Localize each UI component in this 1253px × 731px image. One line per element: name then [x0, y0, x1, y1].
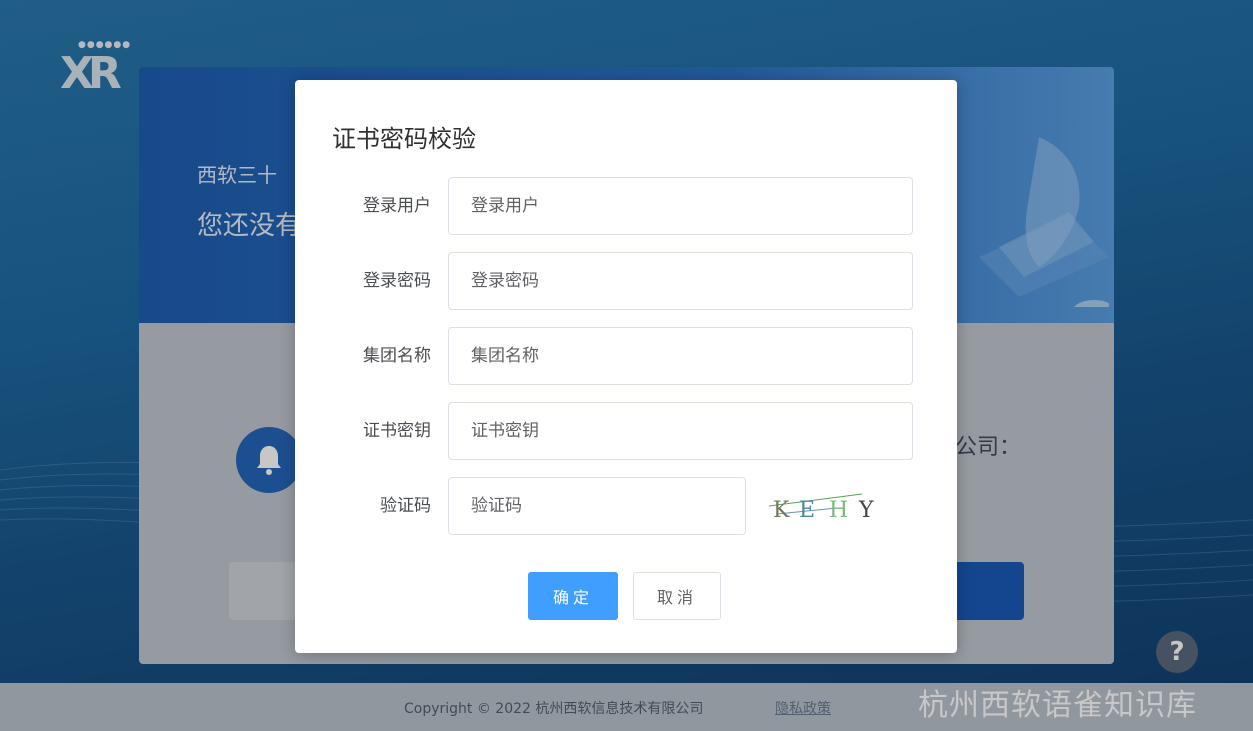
- captcha-char: E: [799, 498, 815, 523]
- group-name-label: 集团名称: [363, 346, 431, 366]
- captcha-input[interactable]: [448, 477, 746, 535]
- certificate-password-dialog: 证书密码校验 登录用户 登录密码 集团名称 证书密钥 验证码 K E H Y 确…: [295, 80, 957, 653]
- certificate-key-input[interactable]: [448, 402, 913, 460]
- password-input[interactable]: [448, 252, 913, 310]
- username-label: 登录用户: [363, 196, 431, 216]
- group-name-input[interactable]: [448, 327, 913, 385]
- cancel-button[interactable]: 取消: [633, 572, 721, 620]
- captcha-char: K: [773, 498, 790, 523]
- captcha-label: 验证码: [380, 496, 431, 516]
- captcha-char: H: [829, 498, 848, 523]
- confirm-button[interactable]: 确定: [528, 572, 618, 620]
- certificate-key-label: 证书密钥: [363, 421, 431, 441]
- username-input[interactable]: [448, 177, 913, 235]
- captcha-image[interactable]: K E H Y: [767, 484, 887, 528]
- dialog-title: 证书密码校验: [332, 125, 476, 153]
- captcha-char: Y: [858, 498, 874, 523]
- password-label: 登录密码: [363, 271, 431, 291]
